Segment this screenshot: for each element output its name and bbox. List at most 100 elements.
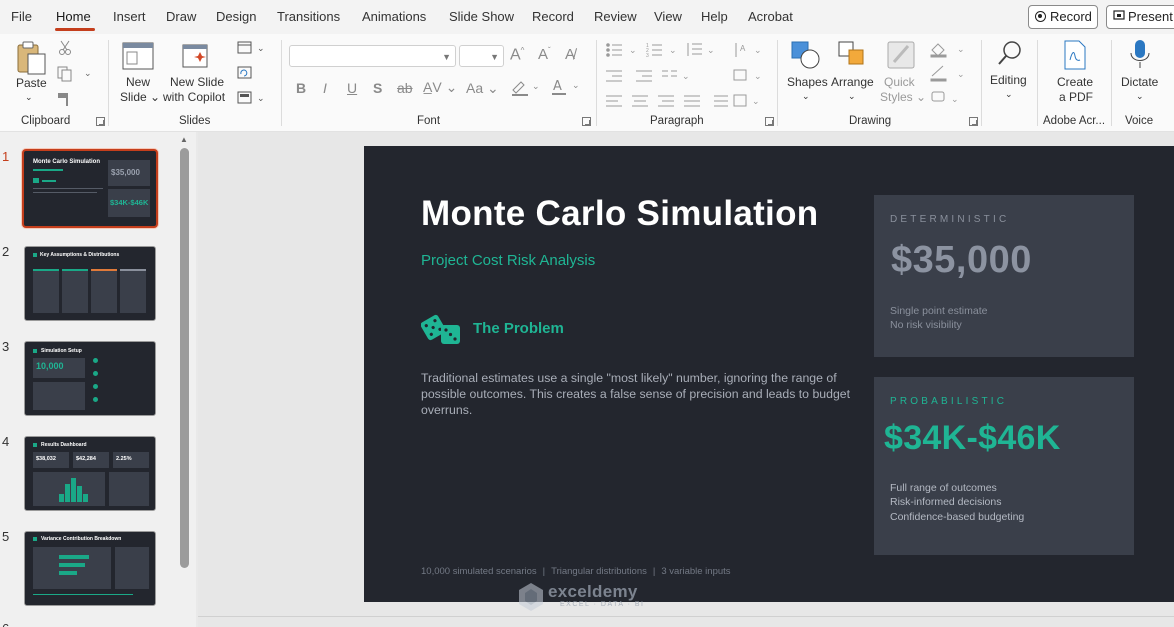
font-launcher-icon[interactable] [582, 117, 591, 126]
slide-number: 1 [2, 149, 10, 164]
italic-button[interactable]: I [323, 80, 327, 96]
slide-thumbnail-3[interactable]: Simulation Setup 10,000 [24, 341, 156, 416]
present-button[interactable]: Present [1106, 5, 1174, 29]
menu-record[interactable]: Record [532, 9, 574, 24]
thumb-bar [77, 486, 82, 502]
copilot-slide-icon[interactable] [182, 42, 210, 70]
slide-subtitle[interactable]: Project Cost Risk Analysis [421, 252, 595, 269]
menu-view[interactable]: View [654, 9, 682, 24]
clear-formatting-icon[interactable]: A̸ [565, 46, 575, 63]
menu-draw[interactable]: Draw [166, 9, 196, 24]
layout-icon[interactable]: ⌄ [237, 41, 267, 55]
svg-text:⌄: ⌄ [669, 46, 677, 56]
new-slide-icon[interactable] [122, 42, 154, 70]
cut-icon[interactable] [58, 40, 72, 56]
menu-home[interactable]: Home [56, 9, 91, 24]
underline-button[interactable]: U [347, 80, 357, 96]
thumb-subtitle-line [33, 169, 63, 171]
thumb-title: Results Dashboard [41, 442, 87, 448]
create-pdf-icon[interactable] [1062, 40, 1088, 70]
menu-acrobat[interactable]: Acrobat [748, 9, 793, 24]
format-painter-icon[interactable] [57, 91, 73, 107]
footer-separator: | [542, 566, 546, 577]
problem-heading[interactable]: The Problem [473, 320, 564, 337]
clipboard-launcher-icon[interactable] [96, 117, 105, 126]
thumb-card [91, 269, 117, 313]
probabilistic-card[interactable]: PROBABILISTIC $34K-$46K Full range of ou… [874, 377, 1134, 555]
arrange-chevron-icon[interactable]: ⌄ [848, 89, 856, 104]
editing-label: Editing [990, 73, 1027, 87]
reset-icon[interactable] [237, 66, 253, 80]
strikethrough-button[interactable]: ab [397, 80, 413, 96]
footer-item: 3 variable inputs [661, 566, 731, 577]
shapes-icon[interactable] [790, 39, 822, 71]
highlight-color-icon[interactable]: ⌄ [510, 79, 540, 97]
paragraph-launcher-icon[interactable] [765, 117, 774, 126]
dictate-chevron-icon[interactable]: ⌄ [1136, 89, 1144, 104]
microphone-icon[interactable] [1129, 39, 1151, 71]
font-size-dropdown[interactable]: ▼ [459, 45, 504, 67]
slide-thumbnail-5[interactable]: Variance Contribution Breakdown [24, 531, 156, 606]
slide-title[interactable]: Monte Carlo Simulation [421, 194, 818, 234]
slide-thumbnail-4[interactable]: Results Dashboard $38,032 $42,284 2.25% [24, 436, 156, 511]
menu-help[interactable]: Help [701, 9, 728, 24]
chevron-down-icon: ▼ [490, 52, 499, 62]
svg-text:A: A [740, 44, 746, 53]
menu-insert[interactable]: Insert [113, 9, 146, 24]
thumb-chart [33, 472, 105, 506]
slide-thumbnail-1[interactable]: Monte Carlo Simulation $35,000 $34K-$46K [22, 149, 158, 228]
paste-chevron-icon[interactable]: ⌄ [25, 90, 33, 105]
font-color-icon[interactable]: A ⌄ [550, 78, 584, 96]
thumb-bar [65, 484, 70, 502]
menu-file[interactable]: File [11, 9, 32, 24]
paste-icon[interactable] [16, 40, 48, 76]
section-icon[interactable]: ⌄ [237, 91, 267, 105]
shape-format-controls[interactable]: ⌄ ⌄ ⌄ [929, 40, 969, 110]
thumb-card: 10,000 [33, 358, 85, 378]
editing-chevron-icon[interactable]: ⌄ [1005, 87, 1013, 102]
svg-text:⌄: ⌄ [257, 94, 265, 104]
slide-thumbnail-2[interactable]: Key Assumptions & Distributions [24, 246, 156, 321]
svg-text:⌄: ⌄ [532, 82, 540, 92]
shadow-button[interactable]: S [373, 80, 382, 96]
copy-icon[interactable] [57, 66, 73, 82]
increase-font-icon[interactable]: A^ [510, 46, 524, 64]
drawing-launcher-icon[interactable] [969, 117, 978, 126]
decrease-font-icon[interactable]: Aˇ [538, 46, 551, 63]
character-spacing-icon[interactable]: A̲V ⌄ [423, 79, 457, 96]
record-button-label: Record [1050, 9, 1092, 24]
slide-number: 4 [2, 434, 10, 449]
editing-search-icon[interactable] [996, 39, 1024, 69]
record-button[interactable]: Record [1028, 5, 1098, 29]
thumbnail-scrollbar-thumb[interactable] [180, 148, 189, 568]
thumb-line [33, 192, 97, 193]
shapes-label: Shapes [787, 75, 828, 89]
menu-animations[interactable]: Animations [362, 9, 426, 24]
deterministic-card[interactable]: DETERMINISTIC $35,000 Single point estim… [874, 195, 1134, 357]
ribbon-separator [596, 40, 597, 126]
thumb-bar [59, 494, 64, 502]
svg-text:⌄: ⌄ [682, 72, 690, 82]
menu-design[interactable]: Design [216, 9, 256, 24]
arrange-icon[interactable] [837, 40, 869, 70]
scroll-up-icon[interactable]: ▲ [180, 135, 188, 144]
thumb-bar [59, 563, 85, 567]
bold-button[interactable]: B [296, 80, 306, 96]
current-slide[interactable]: Monte Carlo Simulation Project Cost Risk… [364, 146, 1174, 602]
shapes-chevron-icon[interactable]: ⌄ [802, 89, 810, 104]
change-case-button[interactable]: Aa ⌄ [466, 80, 499, 97]
quick-styles-icon[interactable] [886, 40, 918, 70]
menu-transitions[interactable]: Transitions [277, 9, 340, 24]
menu-slide-show[interactable]: Slide Show [449, 9, 514, 24]
adobe-group-label: Adobe Acr... [1043, 115, 1106, 127]
copy-chevron-icon[interactable]: ⌄ [84, 66, 92, 81]
new-slide-label-line1: New [126, 75, 151, 89]
thumb-bar [59, 555, 89, 559]
font-group-label: Font [417, 115, 441, 127]
dictate-label: Dictate [1121, 75, 1159, 89]
problem-text[interactable]: Traditional estimates use a single "most… [421, 370, 851, 418]
font-name-dropdown[interactable]: ▼ [289, 45, 456, 67]
slide-footer[interactable]: 10,000 simulated scenarios | Triangular di… [421, 566, 731, 577]
deterministic-note: Single point estimate [890, 305, 988, 317]
menu-review[interactable]: Review [594, 9, 637, 24]
